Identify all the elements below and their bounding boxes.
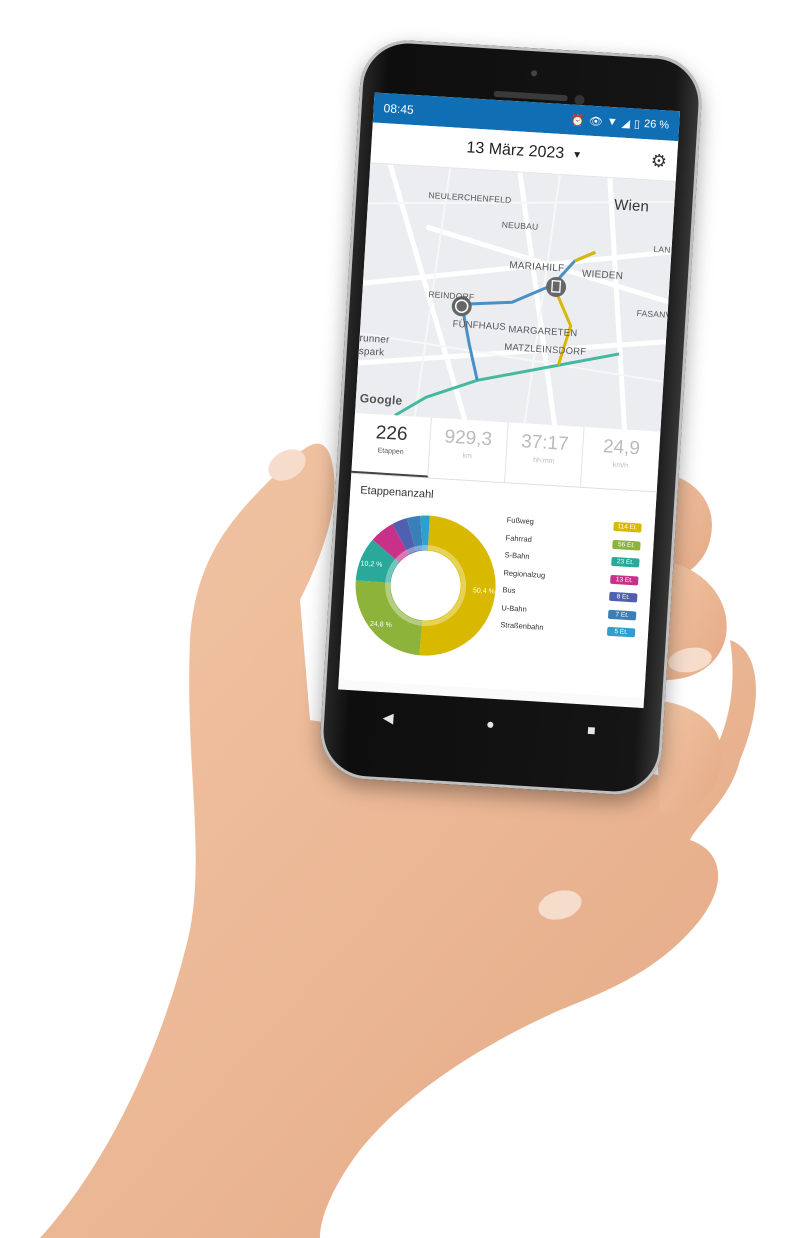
caret-down-icon: ▼ bbox=[571, 149, 583, 161]
map-label-neubau: NEUBAU bbox=[501, 219, 539, 232]
stat-tab-speed[interactable]: 24,9 km/h bbox=[581, 427, 660, 492]
legend-label: Fahrrad bbox=[505, 533, 533, 544]
stat-unit: hh:mm bbox=[532, 456, 555, 466]
stat-unit: km bbox=[462, 452, 473, 461]
stat-tab-km[interactable]: 929,3 km bbox=[427, 417, 509, 483]
front-camera bbox=[574, 94, 585, 106]
stat-unit: km/h bbox=[612, 461, 629, 470]
back-button[interactable]: ◀ bbox=[382, 709, 394, 727]
date-label: 13 März 2023 bbox=[466, 139, 565, 163]
stat-value: 929,3 bbox=[443, 426, 493, 451]
legend-label: Fußweg bbox=[506, 515, 535, 527]
proximity-sensor bbox=[530, 70, 538, 77]
donut-chart: 50,4 % 24,8 % 10,2 % bbox=[355, 515, 496, 656]
status-time: 08:45 bbox=[383, 101, 415, 117]
stat-value: 226 bbox=[375, 422, 409, 446]
stat-unit: Etappen bbox=[377, 447, 404, 456]
status-icons: ⏰ 👁 ▼ ◢ ▯ 26 % bbox=[571, 113, 670, 132]
stat-value: 24,9 bbox=[602, 436, 641, 460]
legend-count-badge: 8 Et. bbox=[608, 592, 638, 603]
stat-tab-duration[interactable]: 37:17 hh:mm bbox=[504, 422, 585, 487]
legend-count-badge: 5 Et. bbox=[606, 626, 636, 638]
legend-count-badge: 56 Et. bbox=[612, 539, 641, 551]
legend-count-badge: 7 Et. bbox=[607, 609, 637, 621]
signal-icon: ◢ bbox=[621, 117, 631, 130]
screen: 08:45 ⏰ 👁 ▼ ◢ ▯ 26 % 13 März 2023 ▼ ⚙ NE… bbox=[338, 92, 681, 709]
google-logo: Google bbox=[359, 391, 403, 408]
eye-icon: 👁 bbox=[588, 115, 604, 128]
legend-count-badge: 23 Et. bbox=[611, 557, 640, 568]
pie-percent-label: 10,2 % bbox=[360, 560, 382, 568]
legend-label: Bus bbox=[502, 585, 516, 596]
battery-level: 26 % bbox=[643, 118, 670, 132]
wifi-icon: ▼ bbox=[606, 115, 618, 129]
pie-percent-label: 24,8 % bbox=[370, 621, 392, 629]
map-label-wien: Wien bbox=[613, 196, 650, 216]
map-label-spark: spark bbox=[358, 346, 385, 359]
legend-count-badge: 13 Et. bbox=[610, 574, 639, 586]
donut-inner-ring bbox=[385, 545, 467, 627]
trip-count-chart: 50,4 % 24,8 % 10,2 % Fußweg 114 Et. Fahrrad 5… bbox=[338, 499, 656, 699]
gear-icon[interactable]: ⚙ bbox=[650, 151, 667, 173]
home-button[interactable]: ● bbox=[486, 716, 495, 732]
stat-tab-etappen[interactable]: 226 Etappen bbox=[351, 412, 432, 478]
chart-legend: Fußweg 114 Et. Fahrrad 56 Et. S-Bahn 23 Et. Re… bbox=[500, 511, 642, 642]
legend-label: Regionalzug bbox=[503, 568, 546, 580]
recent-apps-button[interactable]: ■ bbox=[587, 722, 596, 738]
battery-icon: ▯ bbox=[633, 117, 641, 131]
legend-count-badge: 114 Et. bbox=[613, 522, 642, 533]
phone: 08:45 ⏰ 👁 ▼ ◢ ▯ 26 % 13 März 2023 ▼ ⚙ NE… bbox=[317, 37, 723, 799]
legend-label: S-Bahn bbox=[504, 550, 530, 562]
stat-value: 37:17 bbox=[520, 431, 570, 455]
legend-label: Straßenbahn bbox=[500, 620, 544, 633]
map-label-lan: LAN bbox=[653, 243, 671, 255]
pie-percent-label: 50,4 % bbox=[473, 587, 495, 595]
route-map[interactable]: NEULERCHENFELD Wien NEUBAU MARIAHILF WIE… bbox=[355, 163, 676, 432]
alarm-icon: ⏰ bbox=[570, 114, 586, 127]
map-label-runner: runner bbox=[359, 333, 390, 346]
date-selector[interactable]: 13 März 2023 ▼ bbox=[466, 139, 583, 164]
phone-frame: 08:45 ⏰ 👁 ▼ ◢ ▯ 26 % 13 März 2023 ▼ ⚙ NE… bbox=[317, 37, 705, 798]
legend-label: U-Bahn bbox=[501, 602, 528, 614]
